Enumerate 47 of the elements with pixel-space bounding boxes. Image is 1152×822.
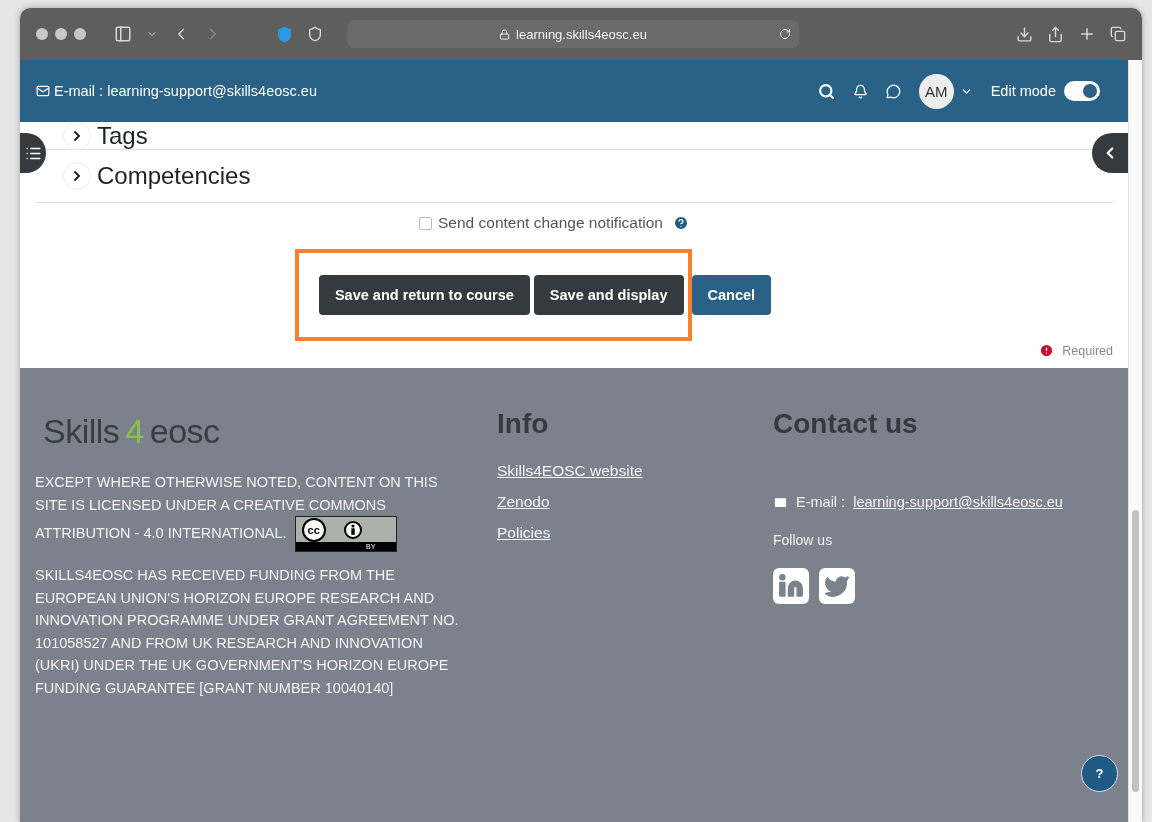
contact-email: E-mail : learning-support@skills4eosc.eu <box>54 83 317 99</box>
search-icon[interactable] <box>817 82 835 100</box>
download-icon[interactable] <box>1016 25 1033 43</box>
footer-link[interactable]: Skills4EOSC website <box>497 462 773 480</box>
chat-icon[interactable] <box>885 83 901 99</box>
checkbox[interactable] <box>419 216 433 230</box>
drawer-toggle[interactable] <box>20 133 46 173</box>
email-label: E-mail : <box>796 494 846 510</box>
email-link[interactable]: learning-support@skills4eosc.eu <box>853 494 1063 510</box>
bell-icon[interactable] <box>852 83 868 99</box>
form-button[interactable]: Cancel <box>691 275 772 315</box>
section-title[interactable]: Tags <box>97 121 148 150</box>
window-control-icon[interactable] <box>36 28 48 40</box>
user-avatar[interactable]: AM <box>918 73 954 109</box>
tabs-icon[interactable] <box>1110 26 1126 42</box>
linkedin-icon[interactable] <box>773 568 809 604</box>
window-control-icon[interactable] <box>74 28 86 40</box>
shield-icon[interactable] <box>307 26 323 42</box>
footer-heading: Contact us <box>773 408 919 440</box>
help-button[interactable]: ? <box>1081 755 1118 792</box>
window-control-icon[interactable] <box>55 28 67 40</box>
follow-label: Follow us <box>773 532 834 548</box>
required-icon <box>1039 343 1055 358</box>
share-icon[interactable] <box>1047 25 1064 43</box>
checkbox-label: Send content change notification <box>438 214 663 232</box>
form-button[interactable]: Save and return to course <box>318 275 530 315</box>
form-button[interactable]: Save and display <box>533 275 684 315</box>
sidebar-icon[interactable] <box>114 25 132 43</box>
plus-icon[interactable] <box>1078 25 1096 43</box>
mail-icon <box>773 494 788 510</box>
lock-icon <box>499 28 511 40</box>
footer-heading: Info <box>497 408 550 440</box>
footer-link[interactable]: Policies <box>497 524 773 542</box>
edit-mode-label: Edit mode <box>990 83 1056 99</box>
help-icon[interactable] <box>672 215 689 231</box>
logo: Skills 4 eosc <box>43 412 221 451</box>
twitter-icon[interactable] <box>819 568 855 604</box>
footer-link[interactable]: Zenodo <box>497 493 773 511</box>
section-title[interactable]: Competencies <box>97 162 251 190</box>
scrollbar-thumb[interactable] <box>1132 510 1139 792</box>
required-label: Required <box>1062 343 1113 358</box>
mail-icon <box>36 84 50 98</box>
edit-mode-toggle[interactable] <box>1064 81 1100 101</box>
address-bar[interactable]: learning.skills4eosc.eu <box>347 20 799 48</box>
funding-text: SKILLS4EOSC HAS RECEIVED FUNDING FROM THE EUROPEAN UNION'S HORIZON EUROPE RESEARCH AND INNOVATION PROGRAMME UNDER GRANT AGREEMENT NO. 101058527 AND FROM UK RESEARCH AND INNOVATION (UKRI) UNDER THE UK GOVERNMENT'S HORIZON EUROPE FUNDING GUARANTEE [GRANT NUMBER 10040140] <box>35 566 460 698</box>
drawer-toggle[interactable] <box>1092 133 1128 173</box>
reload-icon[interactable] <box>779 28 791 40</box>
